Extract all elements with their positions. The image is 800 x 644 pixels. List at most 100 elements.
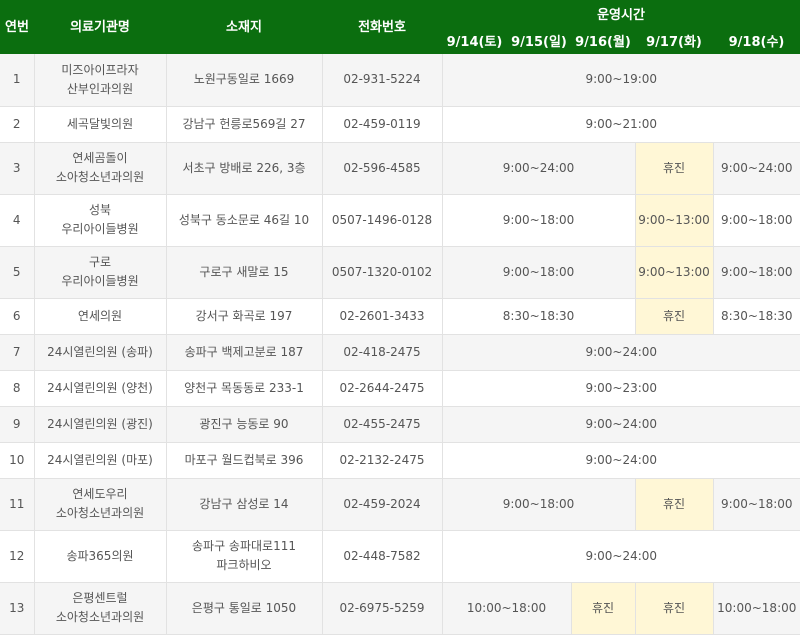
cell-hours-closed: 휴진 [634, 142, 713, 195]
cell-address: 성북구 동소문로 46길 10 [165, 194, 322, 247]
header-phone: 전화번호 [322, 0, 442, 54]
cell-hours-closed: 9:00~13:00 [634, 246, 713, 299]
cell-no: 8 [0, 370, 34, 407]
table-row: 1 미즈아이프라자 산부인과의원 노원구동일로 1669 02-931-5224 9:00… [0, 54, 800, 107]
table-row: 3 연세곰돌이 소아청소년과의원 서초구 방배로 226, 3층 02-596-4585… [0, 142, 800, 195]
cell-no: 6 [0, 298, 34, 335]
cell-hours: 8:30~18:30 [712, 298, 800, 335]
table-row: 10 24시열린의원 (마포) 마포구 월드컵북로 396 02-2132-2475 9… [0, 442, 800, 479]
cell-no: 1 [0, 54, 34, 107]
cell-hours: 9:00~23:00 [441, 370, 800, 407]
cell-name: 미즈아이프라자 산부인과의원 [33, 54, 166, 107]
cell-name: 24시열린의원 (양천) [33, 370, 166, 407]
cell-no: 12 [0, 530, 34, 583]
cell-address: 강서구 화곡로 197 [165, 298, 322, 335]
cell-phone: 0507-1320-0102 [321, 246, 442, 299]
cell-name: 24시열린의원 (광진) [33, 406, 166, 443]
table-row: 2 세곡달빛의원 강남구 헌릉로569길 27 02-459-0119 9:00~21:… [0, 106, 800, 143]
cell-address: 양천구 목동동로 233-1 [165, 370, 322, 407]
cell-hours: 9:00~18:00 [712, 478, 800, 531]
cell-name: 24시열린의원 (송파) [33, 334, 166, 371]
header-day: 9/17(화) [635, 30, 713, 54]
header-address: 소재지 [166, 0, 322, 54]
table-body: 1 미즈아이프라자 산부인과의원 노원구동일로 1669 02-931-5224 9:00… [0, 54, 800, 635]
cell-hours-closed: 휴진 [570, 582, 635, 635]
cell-no: 3 [0, 142, 34, 195]
cell-name: 성북 우리아이들병원 [33, 194, 166, 247]
cell-name: 세곡달빛의원 [33, 106, 166, 143]
cell-address: 구로구 새말로 15 [165, 246, 322, 299]
cell-name: 연세곰돌이 소아청소년과의원 [33, 142, 166, 195]
cell-phone: 02-448-7582 [321, 530, 442, 583]
table-row: 6 연세의원 강서구 화곡로 197 02-2601-3433 8:30~18:30 휴진… [0, 298, 800, 335]
cell-address: 송파구 송파대로111 파크하비오 [165, 530, 322, 583]
cell-hours: 9:00~18:00 [441, 194, 635, 247]
cell-address: 강남구 헌릉로569길 27 [165, 106, 322, 143]
table-row: 12 송파365의원 송파구 송파대로111 파크하비오 02-448-7582 9:00… [0, 530, 800, 583]
table-row: 8 24시열린의원 (양천) 양천구 목동동로 233-1 02-2644-2475 9… [0, 370, 800, 407]
cell-name: 송파365의원 [33, 530, 166, 583]
header-name: 의료기관명 [34, 0, 166, 54]
header-hours: 운영시간 [442, 0, 800, 30]
cell-no: 4 [0, 194, 34, 247]
cell-hours: 8:30~18:30 [441, 298, 635, 335]
cell-phone: 02-459-2024 [321, 478, 442, 531]
cell-phone: 02-455-2475 [321, 406, 442, 443]
cell-hours-closed: 휴진 [634, 478, 713, 531]
table-row: 5 구로 우리아이들병원 구로구 새말로 15 0507-1320-0102 9:00~1… [0, 246, 800, 299]
cell-name: 24시열린의원 (마포) [33, 442, 166, 479]
cell-hours: 9:00~24:00 [441, 406, 800, 443]
header-day: 9/15(일) [507, 30, 571, 54]
header-no: 연번 [0, 0, 34, 54]
table-row: 4 성북 우리아이들병원 성북구 동소문로 46길 10 0507-1496-0128 9… [0, 194, 800, 247]
table-row: 13 은평센트럴 소아청소년과의원 은평구 통일로 1050 02-6975-5259 1… [0, 582, 800, 635]
table-row: 7 24시열린의원 (송파) 송파구 백제고분로 187 02-418-2475 9:0… [0, 334, 800, 371]
cell-phone: 02-2132-2475 [321, 442, 442, 479]
cell-hours: 9:00~24:00 [441, 530, 800, 583]
cell-address: 강남구 삼성로 14 [165, 478, 322, 531]
cell-phone: 02-931-5224 [321, 54, 442, 107]
cell-hours: 10:00~18:00 [712, 582, 800, 635]
cell-hours: 9:00~21:00 [441, 106, 800, 143]
cell-name: 은평센트럴 소아청소년과의원 [33, 582, 166, 635]
cell-hours: 9:00~24:00 [441, 334, 800, 371]
cell-hours: 9:00~24:00 [712, 142, 800, 195]
cell-hours: 9:00~18:00 [712, 246, 800, 299]
cell-no: 5 [0, 246, 34, 299]
cell-address: 마포구 월드컵북로 396 [165, 442, 322, 479]
table-row: 9 24시열린의원 (광진) 광진구 능동로 90 02-455-2475 9:00~2… [0, 406, 800, 443]
header-day: 9/14(토) [442, 30, 507, 54]
table-row: 11 연세도우리 소아청소년과의원 강남구 삼성로 14 02-459-2024 9:00… [0, 478, 800, 531]
cell-hours: 10:00~18:00 [441, 582, 571, 635]
cell-name: 연세도우리 소아청소년과의원 [33, 478, 166, 531]
clinic-hours-table: 연번 의료기관명 소재지 전화번호 운영시간 9/14(토) 9/15(일) 9… [0, 0, 800, 635]
cell-hours: 9:00~19:00 [441, 54, 800, 107]
cell-no: 11 [0, 478, 34, 531]
table-header: 연번 의료기관명 소재지 전화번호 운영시간 9/14(토) 9/15(일) 9… [0, 0, 800, 54]
cell-hours: 9:00~18:00 [441, 246, 635, 299]
header-day: 9/16(월) [571, 30, 635, 54]
cell-phone: 02-596-4585 [321, 142, 442, 195]
cell-no: 2 [0, 106, 34, 143]
cell-hours-closed: 9:00~13:00 [634, 194, 713, 247]
header-day: 9/18(수) [713, 30, 800, 54]
cell-phone: 02-6975-5259 [321, 582, 442, 635]
cell-hours: 9:00~24:00 [441, 142, 635, 195]
cell-phone: 0507-1496-0128 [321, 194, 442, 247]
cell-no: 10 [0, 442, 34, 479]
cell-hours-closed: 휴진 [634, 298, 713, 335]
cell-hours: 9:00~18:00 [441, 478, 635, 531]
cell-address: 서초구 방배로 226, 3층 [165, 142, 322, 195]
cell-no: 13 [0, 582, 34, 635]
cell-phone: 02-418-2475 [321, 334, 442, 371]
cell-hours: 9:00~18:00 [712, 194, 800, 247]
cell-address: 은평구 통일로 1050 [165, 582, 322, 635]
cell-no: 7 [0, 334, 34, 371]
cell-address: 광진구 능동로 90 [165, 406, 322, 443]
cell-address: 노원구동일로 1669 [165, 54, 322, 107]
cell-phone: 02-2601-3433 [321, 298, 442, 335]
cell-name: 연세의원 [33, 298, 166, 335]
cell-phone: 02-2644-2475 [321, 370, 442, 407]
cell-no: 9 [0, 406, 34, 443]
cell-address: 송파구 백제고분로 187 [165, 334, 322, 371]
